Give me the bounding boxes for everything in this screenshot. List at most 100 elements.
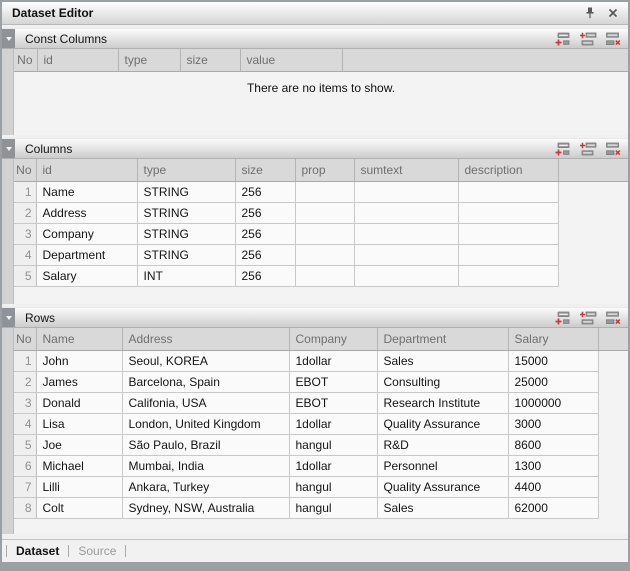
column-header-address[interactable]: Address [122,328,289,350]
data-cell[interactable] [354,202,458,223]
column-header-no[interactable]: No [14,159,36,181]
data-cell[interactable] [458,202,558,223]
data-cell[interactable]: Company [36,223,137,244]
data-cell[interactable]: R&D [377,434,508,455]
data-cell[interactable] [295,223,354,244]
data-cell[interactable]: 1000000 [508,392,598,413]
row-number-cell[interactable]: 4 [14,244,36,265]
column-header-salary[interactable]: Salary [508,328,598,350]
delete-row-icon[interactable] [605,311,622,325]
data-cell[interactable]: 62000 [508,497,598,518]
data-cell[interactable]: hangul [289,476,377,497]
insert-row-icon[interactable] [580,311,597,325]
data-cell[interactable] [295,181,354,202]
column-header-type[interactable]: type [118,49,180,71]
column-header-sumtext[interactable]: sumtext [354,159,458,181]
data-cell[interactable]: Personnel [377,455,508,476]
data-cell[interactable]: STRING [137,244,235,265]
row-number-cell[interactable]: 3 [14,223,36,244]
add-row-icon[interactable] [555,32,572,46]
data-cell[interactable]: Lilli [36,476,122,497]
data-cell[interactable]: Joe [36,434,122,455]
row-number-cell[interactable]: 1 [14,181,36,202]
data-cell[interactable]: Address [36,202,137,223]
data-cell[interactable]: Sales [377,497,508,518]
row-number-cell[interactable]: 7 [14,476,36,497]
data-cell[interactable]: Colt [36,497,122,518]
column-header-no[interactable]: No [14,328,36,350]
data-cell[interactable]: 256 [235,265,295,286]
data-cell[interactable]: Lisa [36,413,122,434]
data-cell[interactable] [458,223,558,244]
data-cell[interactable]: hangul [289,434,377,455]
data-cell[interactable] [354,181,458,202]
data-cell[interactable]: Mumbai, India [122,455,289,476]
data-cell[interactable] [458,265,558,286]
data-cell[interactable] [295,265,354,286]
data-cell[interactable]: Quality Assurance [377,413,508,434]
column-header-name[interactable]: Name [36,328,122,350]
data-cell[interactable]: 256 [235,244,295,265]
data-cell[interactable]: 4400 [508,476,598,497]
data-cell[interactable]: STRING [137,202,235,223]
data-cell[interactable]: Consulting [377,371,508,392]
data-cell[interactable] [295,244,354,265]
delete-row-icon[interactable] [605,142,622,156]
row-number-cell[interactable]: 4 [14,413,36,434]
delete-row-icon[interactable] [605,32,622,46]
data-cell[interactable]: EBOT [289,392,377,413]
column-header-department[interactable]: Department [377,328,508,350]
data-cell[interactable] [354,244,458,265]
data-cell[interactable] [458,244,558,265]
data-cell[interactable]: 256 [235,223,295,244]
data-cell[interactable]: 1dollar [289,413,377,434]
column-header-type[interactable]: type [137,159,235,181]
data-cell[interactable]: São Paulo, Brazil [122,434,289,455]
data-cell[interactable] [354,223,458,244]
data-cell[interactable]: Department [36,244,137,265]
data-cell[interactable]: 256 [235,181,295,202]
data-cell[interactable]: 1dollar [289,455,377,476]
data-cell[interactable]: Quality Assurance [377,476,508,497]
add-row-icon[interactable] [555,142,572,156]
column-header-description[interactable]: description [458,159,558,181]
row-number-cell[interactable]: 6 [14,455,36,476]
data-cell[interactable]: Barcelona, Spain [122,371,289,392]
column-header-size[interactable]: size [180,49,240,71]
data-cell[interactable]: Salary [36,265,137,286]
collapse-icon[interactable] [2,308,15,327]
column-header-value[interactable]: value [240,49,342,71]
data-cell[interactable]: STRING [137,181,235,202]
insert-row-icon[interactable] [580,142,597,156]
data-cell[interactable]: 15000 [508,350,598,371]
data-cell[interactable]: Research Institute [377,392,508,413]
insert-row-icon[interactable] [580,32,597,46]
collapse-icon[interactable] [2,139,15,158]
data-cell[interactable]: 1300 [508,455,598,476]
column-header-company[interactable]: Company [289,328,377,350]
data-cell[interactable]: Seoul, KOREA [122,350,289,371]
data-cell[interactable]: Donald [36,392,122,413]
pin-icon[interactable] [583,6,597,20]
row-number-cell[interactable]: 3 [14,392,36,413]
data-cell[interactable]: Sales [377,350,508,371]
data-cell[interactable]: EBOT [289,371,377,392]
data-cell[interactable]: Michael [36,455,122,476]
column-header-no[interactable]: No [14,49,37,71]
column-header-size[interactable]: size [235,159,295,181]
row-number-cell[interactable]: 2 [14,202,36,223]
data-cell[interactable] [354,265,458,286]
column-header-id[interactable]: id [37,49,118,71]
row-number-cell[interactable]: 2 [14,371,36,392]
add-row-icon[interactable] [555,311,572,325]
data-cell[interactable]: Califonia, USA [122,392,289,413]
row-number-cell[interactable]: 5 [14,265,36,286]
data-cell[interactable]: 1dollar [289,350,377,371]
data-cell[interactable]: 8600 [508,434,598,455]
column-header-id[interactable]: id [36,159,137,181]
data-cell[interactable]: hangul [289,497,377,518]
data-cell[interactable] [458,181,558,202]
data-cell[interactable]: 3000 [508,413,598,434]
data-cell[interactable]: James [36,371,122,392]
data-cell[interactable]: 256 [235,202,295,223]
